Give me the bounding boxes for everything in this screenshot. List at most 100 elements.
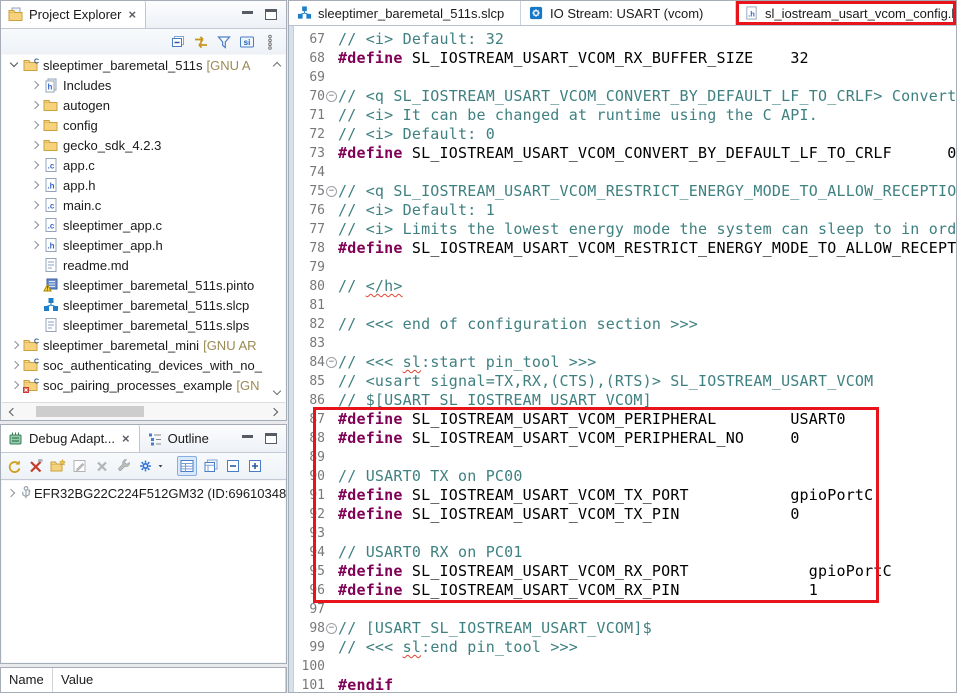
- table-view-icon[interactable]: [179, 458, 195, 474]
- filter-icon[interactable]: [216, 34, 232, 50]
- expand-chevron-icon[interactable]: [28, 198, 42, 212]
- maximize-button[interactable]: [265, 433, 277, 444]
- code-line[interactable]: 91#define SL_IOSTREAM_USART_VCOM_TX_PORT…: [301, 486, 956, 505]
- tree-item[interactable]: .capp.c: [2, 155, 285, 175]
- tree-item[interactable]: Csleeptimer_baremetal_511s[GNU A: [2, 55, 285, 75]
- gear-menu-icon[interactable]: [138, 458, 154, 474]
- code-line[interactable]: 87#define SL_IOSTREAM_USART_VCOM_PERIPHE…: [301, 410, 956, 429]
- tree-item[interactable]: .cmain.c: [2, 195, 285, 215]
- code-line[interactable]: 74: [301, 163, 956, 182]
- code-line[interactable]: 73#define SL_IOSTREAM_USART_VCOM_CONVERT…: [301, 144, 956, 163]
- tree-item[interactable]: sleeptimer_baremetal_511s.slps: [2, 315, 285, 335]
- tab-outline[interactable]: Outline: [140, 425, 218, 452]
- close-icon[interactable]: ×: [122, 431, 130, 446]
- expand-chevron-icon[interactable]: [4, 486, 18, 500]
- expand-chevron-icon[interactable]: [28, 98, 42, 112]
- fold-collapse-icon[interactable]: [325, 182, 338, 201]
- code-line[interactable]: 67// <i> Default: 32: [301, 30, 956, 49]
- expand-chevron-icon[interactable]: [28, 158, 42, 172]
- editor-tab[interactable]: sleeptimer_baremetal_511s.slcp: [289, 1, 521, 25]
- code-line[interactable]: 72// <i> Default: 0: [301, 125, 956, 144]
- tree-item[interactable]: !sleeptimer_baremetal_511s.pinto: [2, 275, 285, 295]
- code-line[interactable]: 92#define SL_IOSTREAM_USART_VCOM_TX_PIN …: [301, 505, 956, 524]
- collapse-all-2-icon[interactable]: [225, 458, 241, 474]
- code-line[interactable]: 86// $[USART_SL_IOSTREAM_USART_VCOM]: [301, 391, 956, 410]
- code-line[interactable]: 88#define SL_IOSTREAM_USART_VCOM_PERIPHE…: [301, 429, 956, 448]
- tree-item[interactable]: .hsleeptimer_app.h: [2, 235, 285, 255]
- collapse-chevron-icon[interactable]: [8, 58, 22, 72]
- expand-chevron-icon[interactable]: [28, 138, 42, 152]
- tree-item[interactable]: Csoc_pairing_processes_example[GN: [2, 375, 285, 395]
- code-line[interactable]: 96#define SL_IOSTREAM_USART_VCOM_RX_PIN …: [301, 581, 956, 600]
- tree-item[interactable]: Csleeptimer_baremetal_mini[GNU AR: [2, 335, 285, 355]
- expand-chevron-icon[interactable]: [28, 78, 42, 92]
- code-line[interactable]: 97: [301, 600, 956, 619]
- maximize-button[interactable]: [265, 9, 277, 20]
- tree-item[interactable]: sleeptimer_baremetal_511s.slcp: [2, 295, 285, 315]
- minimize-button[interactable]: [242, 10, 253, 20]
- expand-chevron-icon[interactable]: [8, 338, 22, 352]
- editor-tab[interactable]: IO Stream: USART (vcom): [521, 1, 736, 25]
- expand-chevron-icon[interactable]: [28, 238, 42, 252]
- fold-collapse-icon[interactable]: [325, 619, 338, 638]
- column-header-value[interactable]: Value: [53, 668, 286, 692]
- tree-item[interactable]: config: [2, 115, 285, 135]
- expand-chevron-icon[interactable]: [28, 118, 42, 132]
- code-line[interactable]: 90// USART0 TX on PC00: [301, 467, 956, 486]
- editor-tab[interactable]: .hsl_iostream_usart_vcom_config.h×: [736, 1, 956, 25]
- scroll-up-icon[interactable]: [271, 58, 283, 70]
- new-group-icon[interactable]: [50, 458, 66, 474]
- tree-item[interactable]: Csoc_authenticating_devices_with_no_: [2, 355, 285, 375]
- tree-item[interactable]: hIncludes: [2, 75, 285, 95]
- code-line[interactable]: 100: [301, 657, 956, 676]
- code-line[interactable]: 83: [301, 334, 956, 353]
- fold-collapse-icon[interactable]: [325, 87, 338, 106]
- tree-item[interactable]: readme.md: [2, 255, 285, 275]
- code-line[interactable]: 79: [301, 258, 956, 277]
- horizontal-scrollbar[interactable]: [2, 402, 285, 419]
- fold-collapse-icon[interactable]: [325, 353, 338, 372]
- expand-chevron-icon[interactable]: [8, 378, 22, 392]
- code-line[interactable]: 78#define SL_IOSTREAM_USART_VCOM_RESTRIC…: [301, 239, 956, 258]
- code-line[interactable]: 82// <<< end of configuration section >>…: [301, 315, 956, 334]
- close-icon[interactable]: ×: [128, 7, 136, 22]
- expand-chevron-icon[interactable]: [28, 178, 42, 192]
- code-line[interactable]: 80// </h>: [301, 277, 956, 296]
- expand-chevron-icon[interactable]: [28, 218, 42, 232]
- rename-icon[interactable]: [72, 458, 88, 474]
- table-view-selected-frame[interactable]: [177, 456, 197, 476]
- view-menu-icon[interactable]: [262, 34, 278, 50]
- code-line[interactable]: 81: [301, 296, 956, 315]
- code-line[interactable]: 76// <i> Default: 1: [301, 201, 956, 220]
- code-line[interactable]: 94// USART0 RX on PC01: [301, 543, 956, 562]
- scroll-down-icon[interactable]: [271, 386, 283, 398]
- code-line[interactable]: 85// <usart signal=TX,RX,(CTS),(RTS)> SL…: [301, 372, 956, 391]
- code-area[interactable]: 67// <i> Default: 3268#define SL_IOSTREA…: [289, 26, 956, 692]
- tree-item[interactable]: gecko_sdk_4.2.3: [2, 135, 285, 155]
- debug-adapter-item[interactable]: EFR32BG22C224F512GM32 (ID:69610348: [2, 481, 285, 505]
- code-line[interactable]: 98// [USART_SL_IOSTREAM_USART_VCOM]$: [301, 619, 956, 638]
- code-line[interactable]: 89: [301, 448, 956, 467]
- delete-icon[interactable]: [94, 458, 110, 474]
- si-filter-icon[interactable]: si: [239, 34, 255, 50]
- refresh-icon[interactable]: [6, 458, 22, 474]
- tab-project-explorer[interactable]: Project Explorer ×: [1, 1, 146, 28]
- code-line[interactable]: 93: [301, 524, 956, 543]
- tab-debug-adapters[interactable]: Debug Adapt... ×: [1, 425, 140, 452]
- column-header-name[interactable]: Name: [1, 668, 53, 692]
- code-line[interactable]: 68#define SL_IOSTREAM_USART_VCOM_RX_BUFF…: [301, 49, 956, 68]
- code-line[interactable]: 99// <<< sl:end pin_tool >>>: [301, 638, 956, 657]
- code-line[interactable]: 84// <<< sl:start pin_tool >>>: [301, 353, 956, 372]
- scroll-right-icon[interactable]: [269, 406, 281, 418]
- code-line[interactable]: 70// <q SL_IOSTREAM_USART_VCOM_CONVERT_B…: [301, 87, 956, 106]
- expand-all-icon[interactable]: [247, 458, 263, 474]
- scroll-left-icon[interactable]: [6, 406, 18, 418]
- tree-item[interactable]: autogen: [2, 95, 285, 115]
- code-line[interactable]: 77// <i> Limits the lowest energy mode t…: [301, 220, 956, 239]
- dropdown-arrow-icon[interactable]: [156, 458, 165, 474]
- scrollbar-thumb[interactable]: [36, 406, 144, 417]
- code-line[interactable]: 95#define SL_IOSTREAM_USART_VCOM_RX_PORT…: [301, 562, 956, 581]
- tree-item[interactable]: .csleeptimer_app.c: [2, 215, 285, 235]
- code-line[interactable]: 75// <q SL_IOSTREAM_USART_VCOM_RESTRICT_…: [301, 182, 956, 201]
- minimize-button[interactable]: [242, 434, 253, 444]
